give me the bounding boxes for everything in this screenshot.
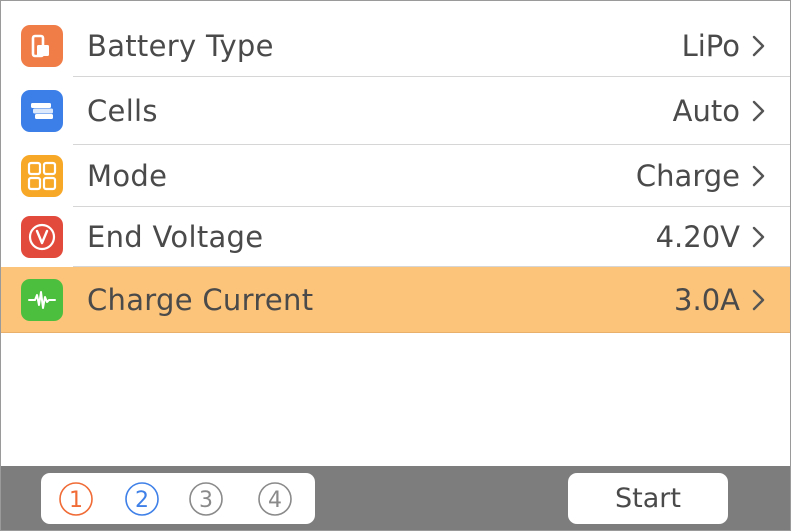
setting-label: Mode (87, 159, 168, 193)
start-button[interactable]: Start (568, 473, 728, 524)
setting-label: Cells (87, 94, 158, 128)
setting-value: Auto (672, 94, 740, 128)
setting-value: 3.0A (674, 283, 740, 317)
chevron-right-icon (752, 100, 765, 122)
channel-2-button[interactable]: 2 (124, 481, 160, 517)
setting-row-cells[interactable]: Cells Auto (1, 77, 790, 145)
channel-number: 2 (135, 488, 149, 513)
battery-icon (21, 25, 63, 67)
setting-value: 4.20V (655, 220, 740, 254)
channel-pager: 1 2 3 4 (41, 473, 315, 524)
setting-label: End Voltage (87, 220, 264, 254)
setting-label: Charge Current (87, 283, 314, 317)
setting-row-end-voltage[interactable]: End Voltage 4.20V (1, 207, 790, 267)
voltage-icon (21, 216, 63, 258)
channel-1-button[interactable]: 1 (58, 481, 94, 517)
waveform-icon (21, 279, 63, 321)
setting-value: Charge (635, 159, 740, 193)
settings-list: Battery Type LiPo Cells Auto Mode Charge… (1, 15, 790, 333)
chevron-right-icon (752, 35, 765, 57)
chevron-right-icon (752, 289, 765, 311)
channel-number: 1 (69, 488, 83, 513)
channel-3-button[interactable]: 3 (188, 481, 224, 517)
bottom-bar: 1 2 3 4 Start (1, 466, 790, 530)
mode-grid-icon (21, 155, 63, 197)
charger-screen: Battery Type LiPo Cells Auto Mode Charge… (0, 0, 791, 531)
setting-row-mode[interactable]: Mode Charge (1, 145, 790, 207)
chevron-right-icon (752, 165, 765, 187)
cells-icon (21, 90, 63, 132)
channel-number: 3 (199, 488, 213, 513)
setting-value: LiPo (681, 29, 740, 63)
channel-number: 4 (268, 488, 282, 513)
channel-4-button[interactable]: 4 (257, 481, 293, 517)
setting-row-charge-current[interactable]: Charge Current 3.0A (1, 267, 790, 333)
setting-row-battery-type[interactable]: Battery Type LiPo (1, 15, 790, 77)
chevron-right-icon (752, 226, 765, 248)
setting-label: Battery Type (87, 29, 274, 63)
